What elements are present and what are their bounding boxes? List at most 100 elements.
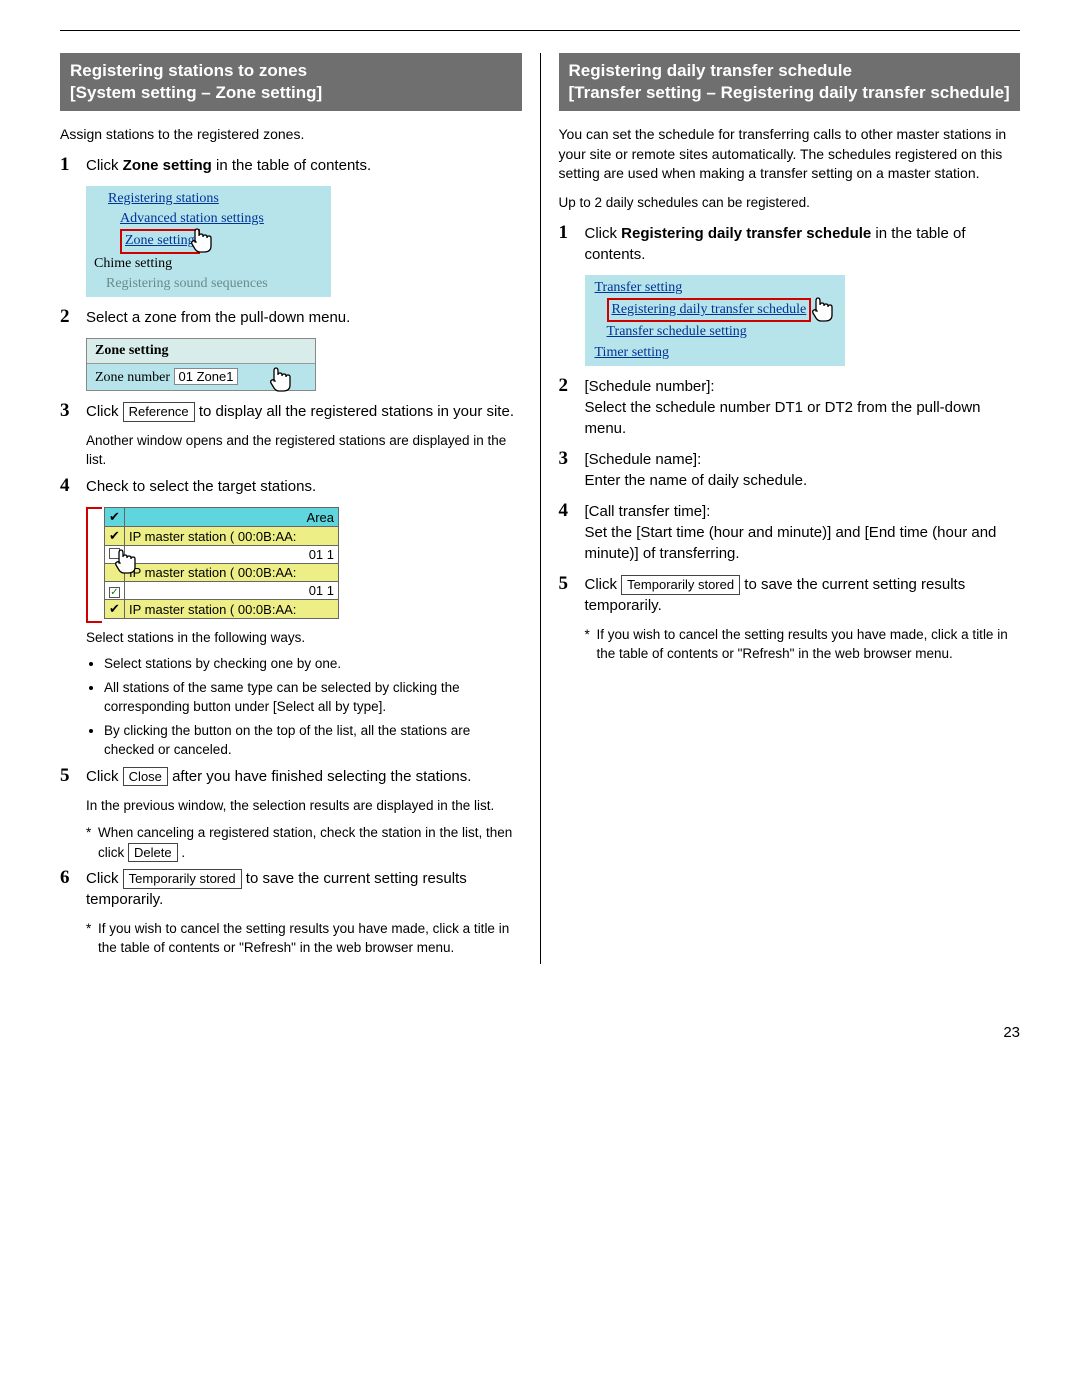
red-bracket — [86, 507, 102, 623]
r-step-1-body: Click Registering daily transfer schedul… — [585, 223, 1021, 265]
heading-line-2: [System setting – Zone setting] — [70, 83, 322, 102]
step-6-pre: Click — [86, 870, 123, 887]
left-steps: 1 Click Zone setting in the table of con… — [60, 155, 522, 958]
step-3-body: Click Reference to display all the regis… — [86, 401, 522, 422]
step-number: 4 — [60, 476, 86, 497]
step-6-star-note: If you wish to cancel the setting result… — [86, 920, 522, 958]
r-step-4: 4 [Call transfer time]: Set the [Start t… — [559, 501, 1021, 564]
zone-fig-header: Zone setting — [87, 339, 315, 364]
toc-link-registering-stations: Registering stations — [108, 191, 219, 206]
bullet-item: Select stations by checking one by one. — [104, 654, 522, 674]
top-rule — [60, 30, 1020, 31]
r-step-5: 5 Click Temporarily stored to save the c… — [559, 574, 1021, 616]
document-page: Registering stations to zones [System se… — [0, 0, 1080, 1081]
toc-link-transfer-schedule: Transfer schedule setting — [607, 324, 747, 339]
station-row: IP master station ( 00:0B:AA: — [125, 564, 339, 582]
left-intro: Assign stations to the registered zones. — [60, 125, 522, 145]
r-step-3-desc: Enter the name of daily schedule. — [585, 472, 808, 489]
right-intro-2: Up to 2 daily schedules can be registere… — [559, 194, 1021, 213]
step-5-note: In the previous window, the selection re… — [86, 797, 522, 816]
step-5: 5 Click Close after you have finished se… — [60, 766, 522, 787]
r-step-4-desc: Set the [Start time (hour and minute)] a… — [585, 524, 997, 562]
step-1-bold: Zone setting — [123, 157, 212, 174]
station-row: 01 1 — [125, 546, 339, 564]
col-header-area: Area — [125, 508, 339, 527]
bullet-item: By clicking the button on the top of the… — [104, 721, 522, 760]
r-step-2-desc: Select the schedule number DT1 or DT2 fr… — [585, 399, 981, 437]
delete-button: Delete — [128, 843, 178, 863]
two-column-layout: Registering stations to zones [System se… — [60, 53, 1020, 964]
zone-number-select: 01 Zone1 — [174, 368, 239, 385]
step-6-body: Click Temporarily stored to save the cur… — [86, 868, 522, 910]
transfer-toc-figure: Transfer setting Registering daily trans… — [585, 275, 1021, 366]
toc-label-chime-setting: Chime setting — [94, 256, 172, 271]
temporarily-stored-button: Temporarily stored — [123, 869, 242, 889]
step-number: 1 — [559, 223, 585, 265]
left-column: Registering stations to zones [System se… — [60, 53, 541, 964]
toc-link-timer-setting: Timer setting — [595, 345, 670, 360]
zone-toc-figure: Registering stations Advanced station se… — [86, 186, 522, 297]
cursor-icon — [807, 293, 841, 327]
checkbox-cell: ✔ — [105, 527, 125, 546]
step-5-star-post: . — [178, 845, 186, 860]
checkbox-cell: ✔ — [105, 600, 125, 619]
step-number: 4 — [559, 501, 585, 564]
r-step-5-star-note: If you wish to cancel the setting result… — [585, 626, 1021, 664]
zone-setting-figure: Zone setting Zone number 01 Zone1 — [86, 338, 522, 391]
station-row: IP master station ( 00:0B:AA: — [125, 527, 339, 546]
step-5-body: Click Close after you have finished sele… — [86, 766, 522, 787]
right-steps: 1 Click Registering daily transfer sched… — [559, 223, 1021, 664]
step-1-pre: Click — [86, 157, 123, 174]
step-1: 1 Click Zone setting in the table of con… — [60, 155, 522, 176]
step-2: 2 Select a zone from the pull-down menu. — [60, 307, 522, 328]
step-4-bullets: Select stations by checking one by one. … — [86, 654, 522, 760]
bullet-item: All stations of the same type can be sel… — [104, 678, 522, 717]
step-4-body: Check to select the target stations. — [86, 476, 522, 497]
r-step-2: 2 [Schedule number]: Select the schedule… — [559, 376, 1021, 439]
toc-link-registering-daily: Registering daily transfer schedule — [612, 302, 807, 317]
r-step-5-body: Click Temporarily stored to save the cur… — [585, 574, 1021, 616]
step-number: 2 — [60, 307, 86, 328]
step-1-post: in the table of contents. — [212, 157, 371, 174]
heading-line-1: Registering stations to zones — [70, 61, 307, 80]
step-number: 6 — [60, 868, 86, 910]
r-step-3: 3 [Schedule name]: Enter the name of dai… — [559, 449, 1021, 491]
page-number: 23 — [60, 1024, 1020, 1041]
r-step-4-label: [Call transfer time]: — [585, 503, 711, 520]
right-intro-1: You can set the schedule for transferrin… — [559, 125, 1021, 184]
step-4-note-lead: Select stations in the following ways. — [86, 629, 522, 648]
close-button: Close — [123, 767, 168, 787]
cursor-icon — [265, 363, 299, 397]
step-5-pre: Click — [86, 768, 123, 785]
step-4: 4 Check to select the target stations. — [60, 476, 522, 497]
step-6: 6 Click Temporarily stored to save the c… — [60, 868, 522, 910]
step-5-star-note: When canceling a registered station, che… — [86, 824, 522, 863]
step-3-note: Another window opens and the registered … — [86, 432, 522, 470]
zone-number-label: Zone number — [95, 370, 170, 385]
toc-label-sound-sequences: Registering sound sequences — [106, 276, 268, 291]
step-number: 1 — [60, 155, 86, 176]
station-row: 01 1 — [125, 582, 339, 600]
step-number: 5 — [60, 766, 86, 787]
checkbox-header: ✔ — [105, 508, 125, 527]
step-3: 3 Click Reference to display all the reg… — [60, 401, 522, 422]
temporarily-stored-button: Temporarily stored — [621, 575, 740, 595]
right-column: Registering daily transfer schedule [Tra… — [541, 53, 1021, 964]
heading-line-1: Registering daily transfer schedule — [569, 61, 852, 80]
station-list-figure: ✔Area ✔IP master station ( 00:0B:AA: 01 … — [86, 507, 522, 619]
cursor-icon — [110, 545, 144, 579]
station-row: IP master station ( 00:0B:AA: — [125, 600, 339, 619]
r-step-5-pre: Click — [585, 576, 622, 593]
checkbox-cell: ✓ — [105, 582, 125, 600]
r-step-1: 1 Click Registering daily transfer sched… — [559, 223, 1021, 265]
step-number: 3 — [60, 401, 86, 422]
toc-link-zone-setting: Zone setting — [125, 233, 195, 248]
step-number: 2 — [559, 376, 585, 439]
right-section-header: Registering daily transfer schedule [Tra… — [559, 53, 1021, 111]
step-number: 3 — [559, 449, 585, 491]
r-step-1-pre: Click — [585, 225, 622, 242]
heading-line-2: [Transfer setting – Registering daily tr… — [569, 83, 1010, 102]
step-3-post: to display all the registered stations i… — [195, 403, 514, 420]
r-step-3-body: [Schedule name]: Enter the name of daily… — [585, 449, 1021, 491]
r-step-2-body: [Schedule number]: Select the schedule n… — [585, 376, 1021, 439]
